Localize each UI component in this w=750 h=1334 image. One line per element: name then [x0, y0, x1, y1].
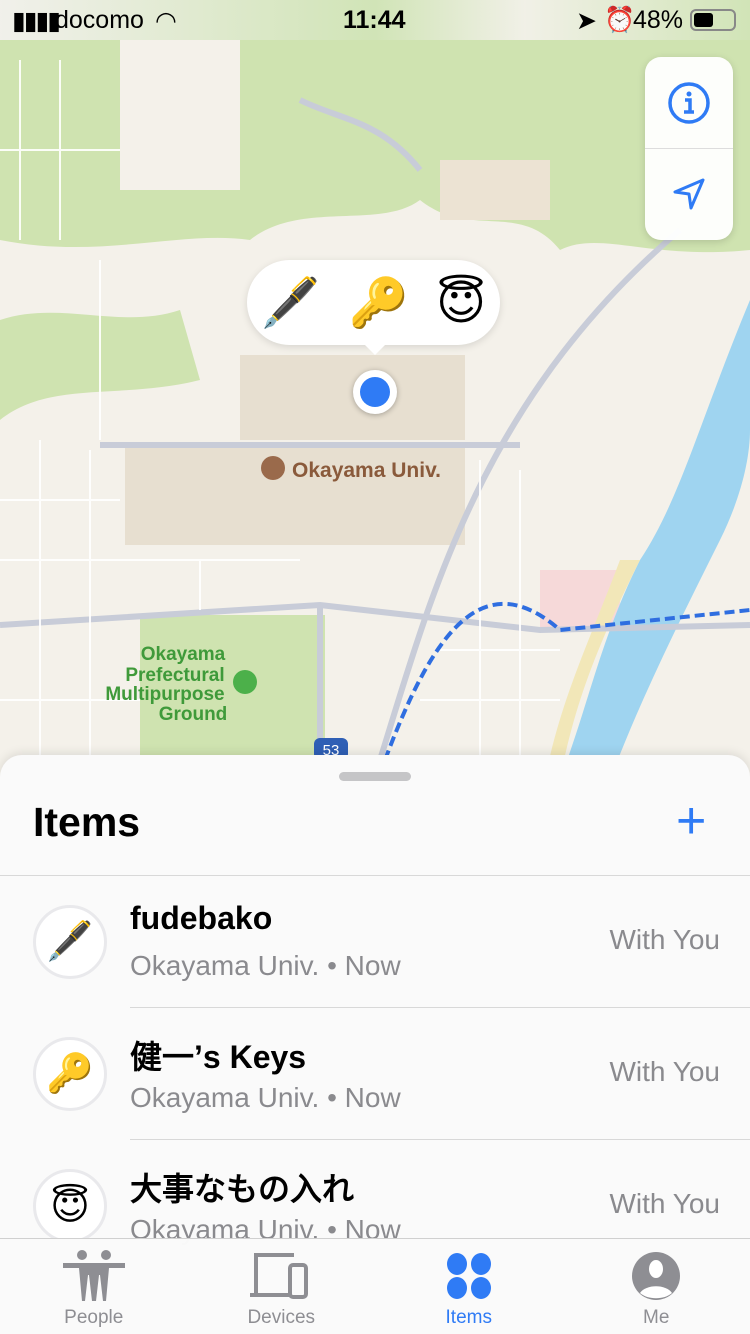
location-arrow-icon	[673, 178, 705, 210]
item-status: With You	[609, 1056, 720, 1087]
park-label-4: Ground	[159, 704, 228, 725]
tab-label: Me	[643, 1307, 670, 1328]
key-icon: 🔑	[33, 1037, 107, 1111]
clock: 11:44	[343, 6, 406, 34]
university-label: Okayama Univ.	[292, 459, 441, 482]
park-label-2: Prefectural	[125, 665, 224, 686]
sheet-title: Items	[33, 799, 141, 845]
battery-percent: 48%	[633, 6, 684, 34]
signal-icon: ▮▮▮▮	[12, 7, 61, 35]
people-icon	[62, 1250, 125, 1301]
item-name: 健一’s Keys	[130, 1039, 307, 1075]
park-icon	[233, 670, 257, 694]
item-status: With You	[609, 924, 720, 955]
info-button[interactable]	[645, 57, 733, 148]
tab-items[interactable]: Items	[375, 1239, 563, 1334]
pen-icon: 🖋️	[260, 277, 321, 330]
list-item[interactable]: 🖋️ fudebako Okayama Univ. • Now With You	[0, 876, 750, 1008]
items-icon	[446, 1253, 491, 1299]
locate-me-button[interactable]	[645, 148, 733, 239]
sheet-grabber[interactable]	[339, 772, 411, 781]
tab-label: Items	[445, 1307, 492, 1328]
item-status: With You	[609, 1188, 720, 1219]
tab-people[interactable]: People	[0, 1239, 188, 1334]
info-icon	[668, 81, 710, 124]
carrier: docomo	[55, 6, 144, 34]
item-location: Okayama Univ. • Now	[130, 1082, 401, 1113]
alarm-icon: ⏰	[604, 6, 636, 34]
park-label-1: Okayama	[141, 644, 226, 665]
wifi-icon: ◠	[155, 7, 177, 35]
location-arrow-icon: ➤	[576, 7, 597, 35]
item-name: fudebako	[130, 900, 273, 936]
tab-devices[interactable]: Devices	[188, 1239, 376, 1334]
pen-icon: 🖋️	[33, 905, 107, 979]
status-bar: ▮▮▮▮ docomo ◠ 11:44 ➤ ⏰ 48%	[0, 0, 750, 40]
tab-label: People	[64, 1307, 124, 1328]
halo-face-icon: 😇	[33, 1169, 107, 1243]
battery-icon	[690, 9, 736, 31]
current-location-dot	[353, 370, 397, 414]
items-callout[interactable]: 🖋️ 🔑 😇	[247, 260, 500, 355]
add-item-button[interactable]: +	[676, 795, 706, 847]
list-item[interactable]: 🔑 健一’s Keys Okayama Univ. • Now With You	[0, 1008, 750, 1140]
tab-me[interactable]: Me	[563, 1239, 750, 1334]
university-icon	[261, 456, 285, 480]
tab-label: Devices	[247, 1307, 316, 1328]
map-controls	[645, 57, 733, 240]
devices-icon	[250, 1253, 309, 1299]
tab-bar: People Devices Items Me	[0, 1238, 750, 1334]
halo-face-icon: 😇	[436, 276, 487, 330]
item-name: 大事なもの入れ	[130, 1171, 355, 1207]
item-location: Okayama Univ. • Now	[130, 950, 401, 981]
person-circle-icon	[632, 1252, 681, 1300]
park-label-3: Multipurpose	[105, 684, 224, 705]
key-icon: 🔑	[348, 277, 409, 330]
